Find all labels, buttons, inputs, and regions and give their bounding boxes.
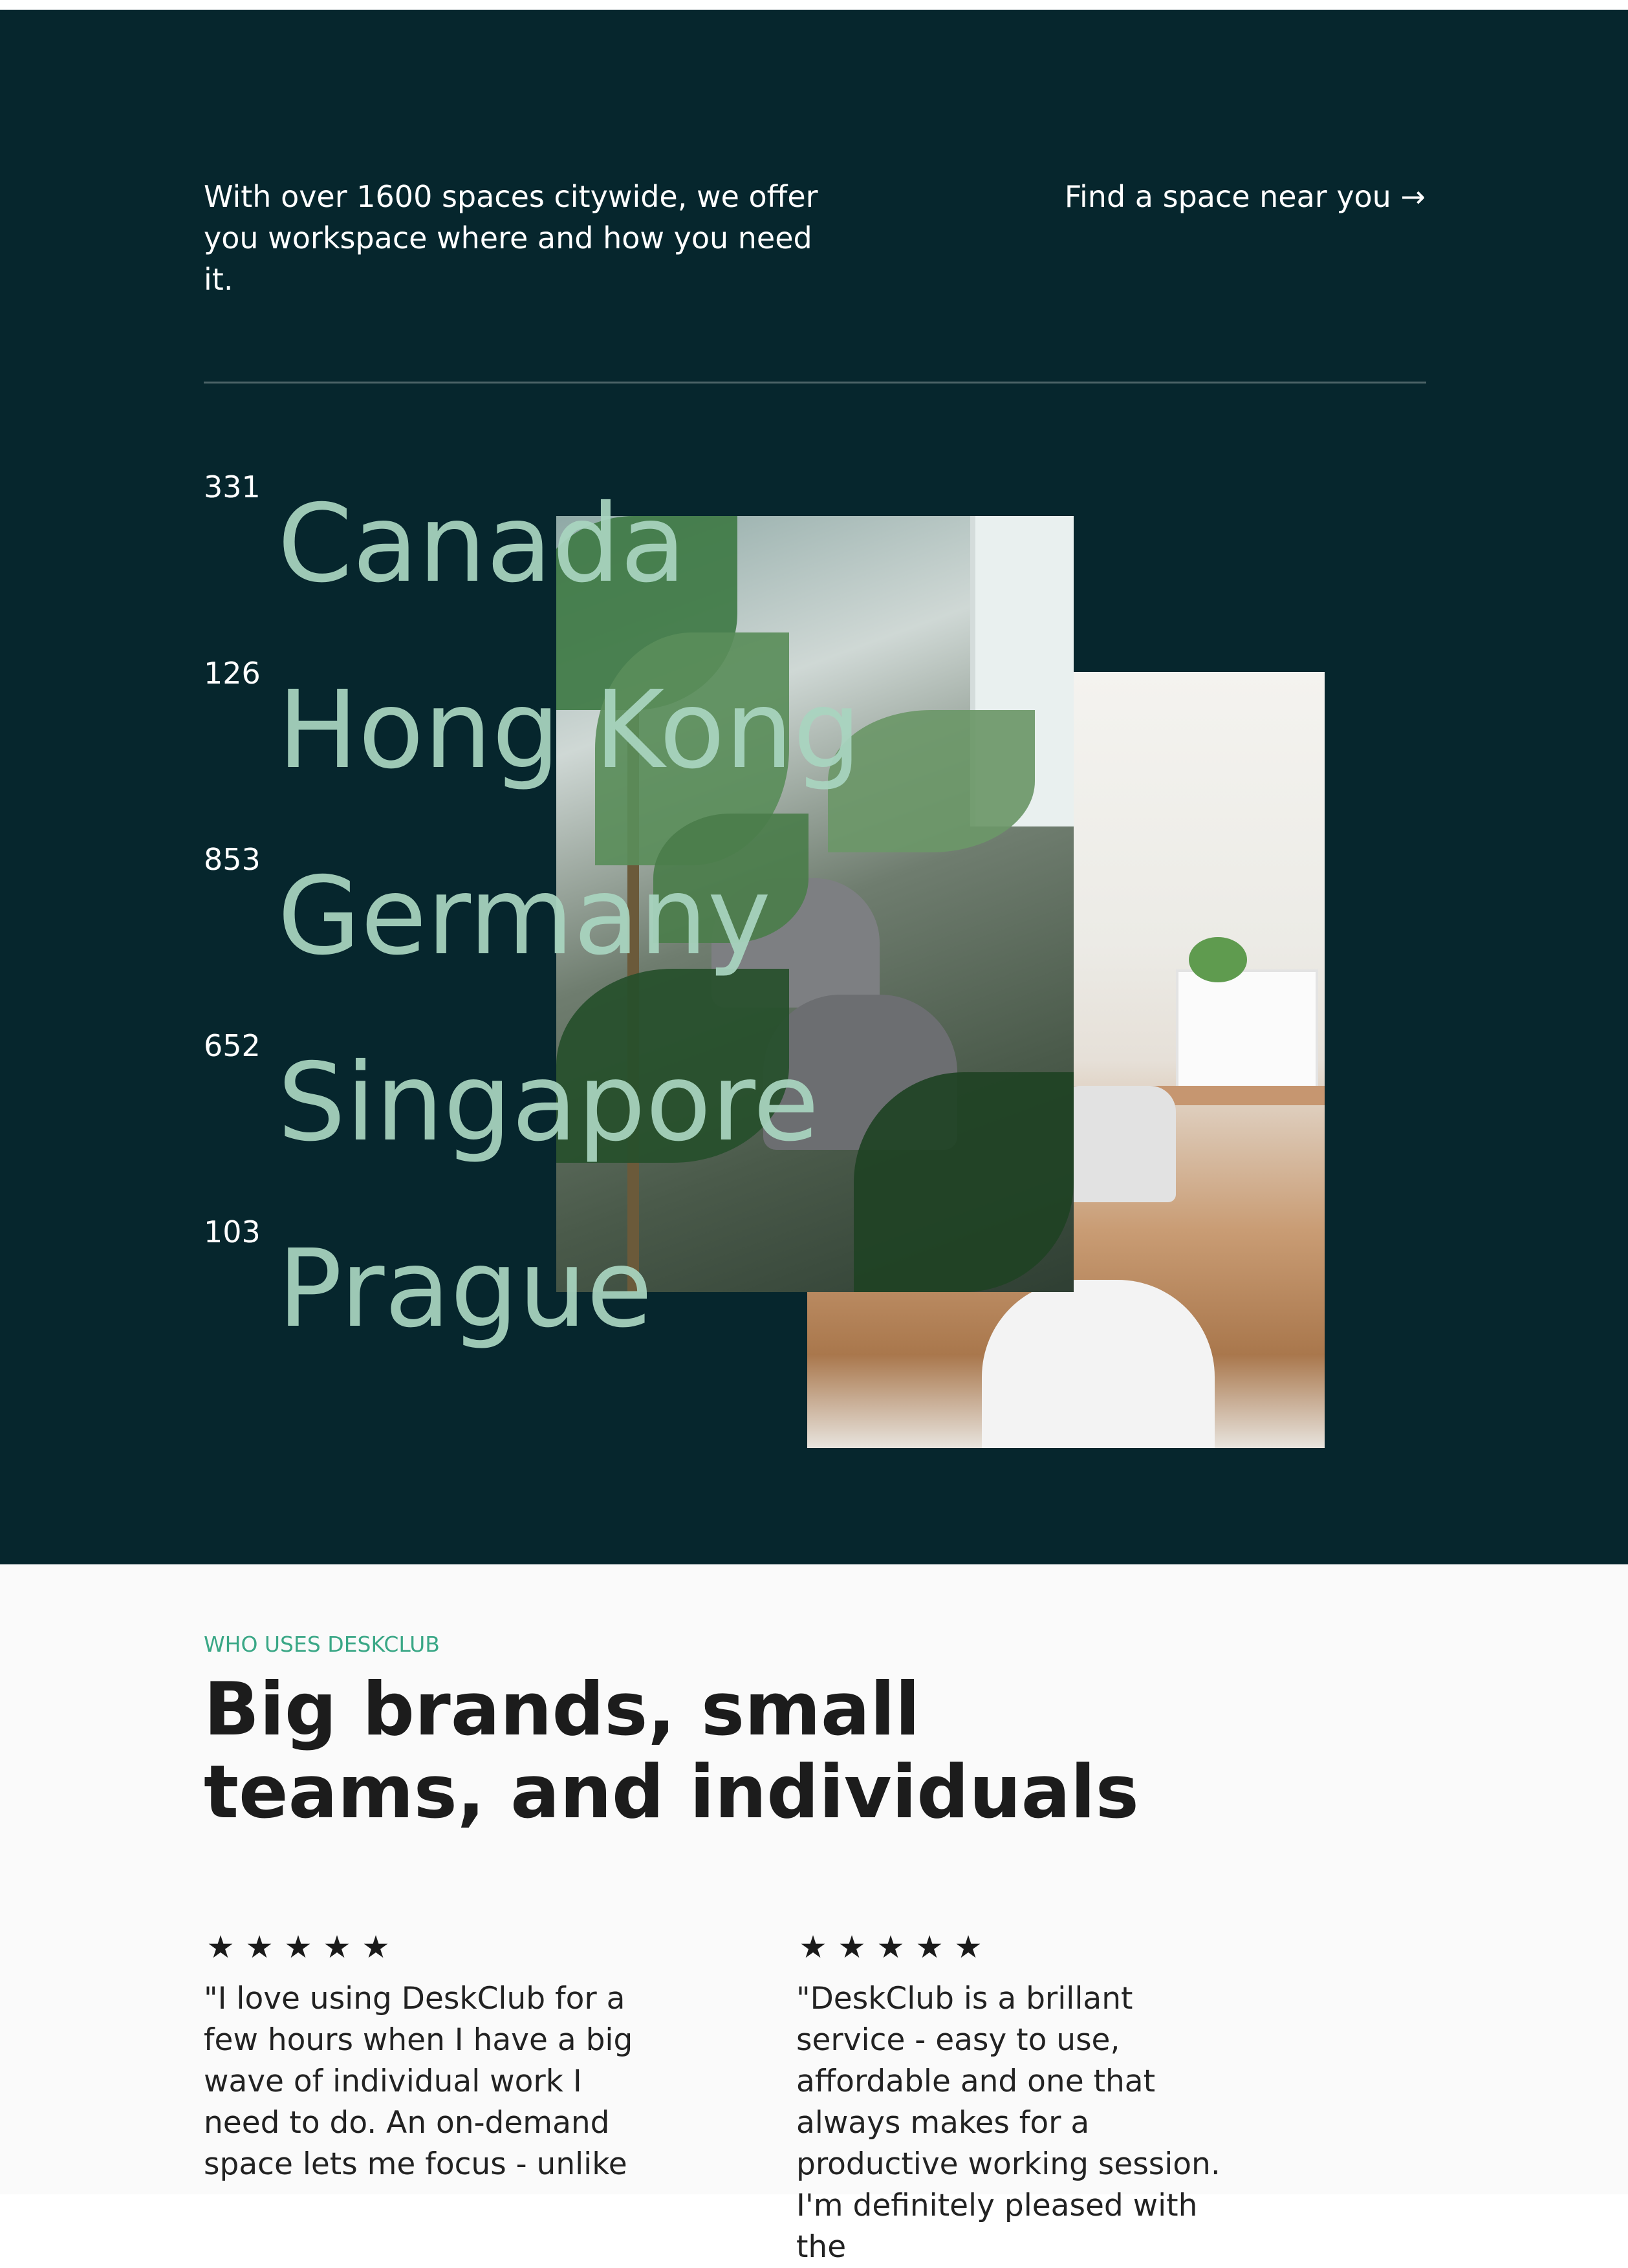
star-icon: ★ (362, 1929, 390, 1965)
star-icon: ★ (284, 1929, 312, 1965)
review-card: ★ ★ ★ ★ ★ "I love using DeskClub for a f… (204, 1930, 644, 2185)
star-icon: ★ (954, 1929, 982, 1965)
location-count: 652 (204, 1028, 261, 1063)
location-count: 853 (204, 842, 261, 877)
location-count: 103 (204, 1215, 261, 1249)
star-icon: ★ (799, 1929, 827, 1965)
location-count: 331 (204, 470, 261, 504)
location-item-germany[interactable]: 853 Germany (204, 841, 1109, 1028)
location-name: Prague (277, 1227, 653, 1352)
location-item-prague[interactable]: 103 Prague (204, 1214, 1109, 1400)
locations-section: With over 1600 spaces citywide, we offer… (0, 10, 1628, 1564)
location-list: 331 Canada 126 Hong Kong 853 Germany 652… (204, 10, 1109, 1564)
star-icon: ★ (876, 1929, 905, 1965)
location-name: Germany (277, 854, 771, 979)
star-icon: ★ (323, 1929, 351, 1965)
review-quote: "I love using DeskClub for a few hours w… (204, 1981, 633, 2182)
star-icon: ★ (915, 1929, 944, 1965)
location-item-hong-kong[interactable]: 126 Hong Kong (204, 655, 1109, 841)
location-name: Hong Kong (277, 668, 862, 793)
location-name: Singapore (277, 1041, 819, 1165)
review-card: ★ ★ ★ ★ ★ "DeskClub is a brillant servic… (796, 1930, 1236, 2268)
review-quote: "DeskClub is a brillant service - easy t… (796, 1981, 1221, 2265)
section-eyebrow: WHO USES DESKCLUB (204, 1632, 440, 1657)
location-name: Canada (277, 482, 686, 607)
star-icon: ★ (245, 1929, 274, 1965)
location-item-canada[interactable]: 331 Canada (204, 469, 1109, 655)
star-icon: ★ (838, 1929, 866, 1965)
star-rating: ★ ★ ★ ★ ★ (204, 1930, 644, 1964)
location-item-singapore[interactable]: 652 Singapore (204, 1028, 1109, 1214)
users-section: WHO USES DESKCLUB Big brands, small team… (0, 1564, 1628, 2265)
section-heading: Big brands, small teams, and individuals (204, 1667, 1139, 1835)
find-space-link[interactable]: Find a space near you → (1065, 176, 1426, 217)
star-icon: ★ (206, 1929, 235, 1965)
star-rating: ★ ★ ★ ★ ★ (796, 1930, 1236, 1964)
location-count: 126 (204, 656, 261, 691)
